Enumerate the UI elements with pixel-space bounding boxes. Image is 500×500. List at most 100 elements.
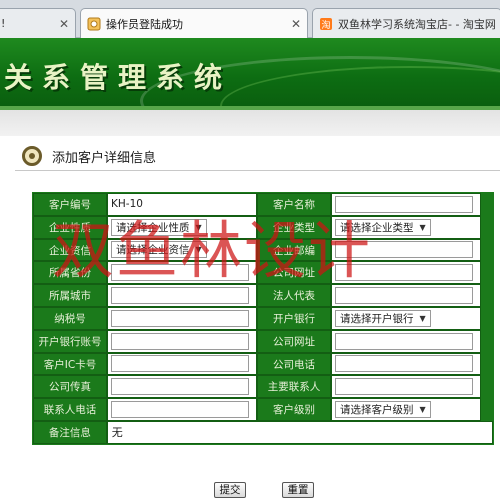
field-cell [331, 329, 481, 353]
form-row: 客户编号 KH-10 客户名称 [33, 193, 493, 216]
field-cell [331, 375, 481, 399]
field-label: 公司网址 [257, 261, 331, 285]
form-row: 联系人电话 客户级别 请选择客户级别 ▼ [33, 398, 493, 421]
customer-form: 客户编号 KH-10 客户名称 企业性质 请选择企业性质 ▼ 企业类型 请选择企业… [32, 192, 494, 445]
select-value: 请选择企业资信 [116, 244, 190, 257]
customer-name-input[interactable] [335, 195, 473, 213]
field-cell [107, 375, 257, 399]
section-divider [15, 170, 500, 171]
select-value: 请选择开户银行 [340, 312, 414, 325]
website-input[interactable] [335, 264, 473, 282]
close-icon[interactable]: ✕ [51, 17, 69, 31]
remark-input[interactable]: 无 [106, 420, 493, 444]
close-icon[interactable]: ✕ [283, 17, 301, 31]
field-label: 纳税号 [33, 306, 107, 330]
field-cell [107, 261, 257, 285]
chevron-down-icon: ▼ [419, 313, 426, 323]
field-label: 开户银行账号 [33, 329, 107, 353]
website-input-2[interactable] [335, 332, 473, 350]
form-row: 纳税号 开户银行 请选择开户银行 ▼ [33, 306, 493, 330]
field-cell [331, 261, 481, 285]
field-label: 主要联系人 [257, 375, 331, 399]
field-label: 公司传真 [33, 375, 107, 399]
remark-value: 无 [111, 426, 123, 440]
bank-account-input[interactable] [111, 332, 249, 350]
field-label: 客户编号 [33, 193, 107, 216]
field-cell [331, 284, 481, 307]
main-contact-input[interactable] [335, 378, 473, 396]
city-input[interactable] [111, 287, 249, 305]
field-cell: 请选择客户级别 ▼ [331, 398, 481, 421]
form-row: 公司传真 主要联系人 [33, 375, 493, 399]
enterprise-credit-select[interactable]: 请选择企业资信 ▼ [111, 241, 207, 259]
header-banner: 关系管理系统 [0, 38, 500, 110]
browser-tab-taobao[interactable]: 淘 双鱼林学习系统淘宝店- - 淘宝网 [312, 8, 500, 38]
section-heading: 添加客户详细信息 [22, 143, 156, 169]
field-label: 企业邮编 [257, 238, 331, 262]
form-row: 客户IC卡号 公司电话 [33, 352, 493, 376]
form-row: 所属城市 法人代表 [33, 284, 493, 307]
field-cell: 请选择企业性质 ▼ [107, 215, 257, 239]
customer-id-value: KH-10 [111, 198, 143, 211]
field-label: 联系人电话 [33, 398, 107, 421]
target-icon [22, 146, 42, 166]
bank-select[interactable]: 请选择开户银行 ▼ [335, 309, 431, 327]
field-cell [107, 284, 257, 307]
tax-id-input[interactable] [111, 309, 249, 327]
field-label: 备注信息 [33, 420, 107, 444]
field-cell: 请选择开户银行 ▼ [331, 306, 481, 330]
field-cell: KH-10 [107, 193, 257, 216]
field-label: 所属城市 [33, 284, 107, 307]
customer-level-select[interactable]: 请选择客户级别 ▼ [335, 401, 431, 419]
contact-phone-input[interactable] [111, 401, 249, 419]
reset-button[interactable]: 重置 [282, 482, 314, 498]
field-label: 企业类型 [257, 215, 331, 239]
field-label: 客户名称 [257, 193, 331, 216]
enterprise-type-select[interactable]: 请选择企业类型 ▼ [335, 218, 431, 236]
field-cell [331, 238, 481, 262]
province-input[interactable] [111, 264, 249, 282]
field-cell [331, 352, 481, 376]
select-value: 请选择客户级别 [340, 404, 414, 417]
form-row-remark: 备注信息 无 [33, 420, 493, 444]
browser-tab-previous[interactable]: ! ✕ [0, 8, 76, 38]
page-icon [87, 17, 101, 31]
company-phone-input[interactable] [335, 355, 473, 373]
form-row: 企业性质 请选择企业性质 ▼ 企业类型 请选择企业类型 ▼ [33, 215, 493, 239]
submit-button[interactable]: 提交 [214, 482, 246, 498]
field-label: 客户IC卡号 [33, 352, 107, 376]
chevron-down-icon: ▼ [419, 222, 426, 232]
chevron-down-icon: ▼ [195, 222, 202, 232]
field-cell [107, 352, 257, 376]
fax-input[interactable] [111, 378, 249, 396]
browser-tab-bar: ! ✕ 操作员登陆成功 ✕ 淘 双鱼林学习系统淘宝店- - 淘宝网 [0, 0, 500, 39]
postcode-input[interactable] [335, 241, 473, 259]
field-label: 客户级别 [257, 398, 331, 421]
form-row: 企业资信 请选择企业资信 ▼ 企业邮编 [33, 238, 493, 262]
tab-label: 双鱼林学习系统淘宝店- - 淘宝网 [338, 17, 496, 31]
select-value: 请选择企业类型 [340, 221, 414, 234]
ic-card-input[interactable] [111, 355, 249, 373]
tab-label: 操作员登陆成功 [106, 18, 183, 31]
field-label: 企业资信 [33, 238, 107, 262]
field-cell [107, 398, 257, 421]
field-label: 开户银行 [257, 306, 331, 330]
tab-label: ! [1, 17, 6, 30]
chevron-down-icon: ▼ [419, 405, 426, 415]
system-title: 关系管理系统 [4, 61, 233, 94]
legal-rep-input[interactable] [335, 287, 473, 305]
section-title: 添加客户详细信息 [52, 150, 157, 166]
field-label: 公司网址 [257, 329, 331, 353]
field-label: 所属省份 [33, 261, 107, 285]
field-cell: 请选择企业类型 ▼ [331, 215, 481, 239]
header-divider-bar [0, 110, 500, 136]
browser-tab-current[interactable]: 操作员登陆成功 ✕ [80, 8, 308, 39]
form-row: 所属省份 公司网址 [33, 261, 493, 285]
field-cell [331, 193, 481, 216]
field-label: 公司电话 [257, 352, 331, 376]
field-label: 企业性质 [33, 215, 107, 239]
enterprise-nature-select[interactable]: 请选择企业性质 ▼ [111, 218, 207, 236]
chevron-down-icon: ▼ [195, 245, 202, 255]
taobao-icon: 淘 [319, 17, 333, 31]
field-cell: 请选择企业资信 ▼ [107, 238, 257, 262]
